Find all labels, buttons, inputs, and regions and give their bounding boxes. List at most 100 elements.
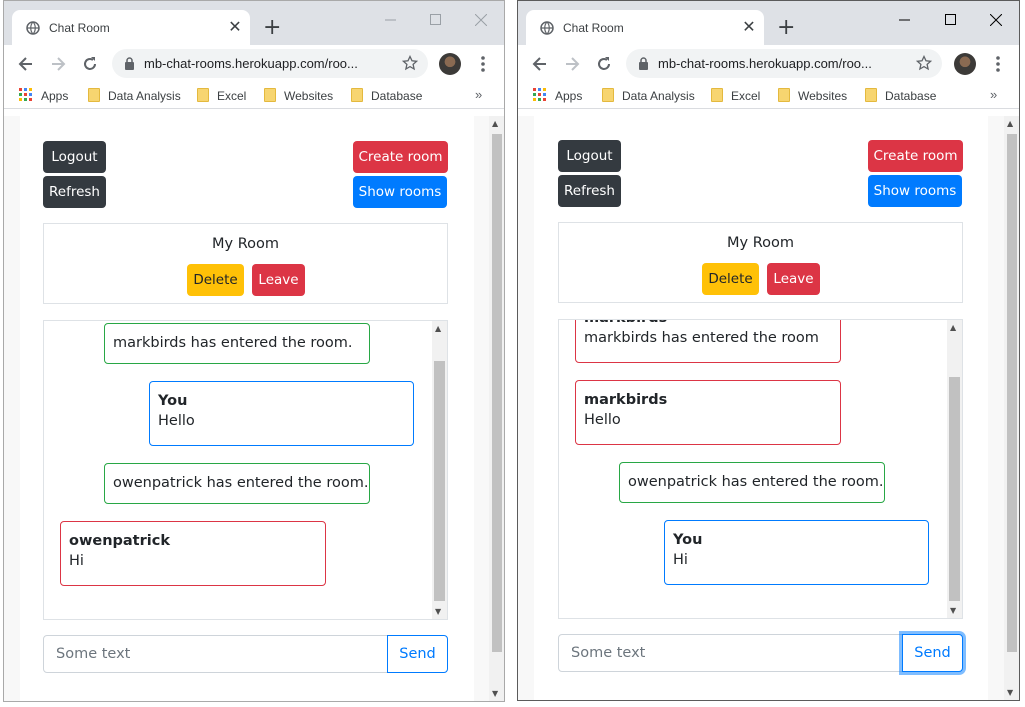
- scroll-up-icon: ▲: [950, 323, 957, 332]
- chat-scrollbar[interactable]: ▲ ▼: [947, 320, 962, 618]
- back-arrow-icon[interactable]: [530, 54, 550, 74]
- tab-title: Chat Room: [49, 21, 110, 35]
- refresh-button[interactable]: Refresh: [558, 175, 621, 207]
- room-panel: My Room Delete Leave: [558, 222, 963, 303]
- scroll-down-icon: ▼: [435, 607, 442, 616]
- minimize-icon[interactable]: [370, 7, 410, 33]
- other-message: markbirds markbirds has entered the room: [575, 320, 841, 363]
- bookmark-websites[interactable]: Websites: [778, 88, 847, 104]
- message-text: Hi: [69, 553, 84, 569]
- chat-scroll-thumb[interactable]: [949, 377, 960, 601]
- message-text: Hi: [673, 552, 688, 568]
- create-room-button[interactable]: Create room: [868, 140, 963, 172]
- more-bookmarks-icon[interactable]: »: [475, 87, 482, 102]
- close-tab-icon[interactable]: ✕: [226, 18, 244, 36]
- more-menu-icon[interactable]: [479, 54, 487, 74]
- page-scroll-thumb[interactable]: [492, 134, 502, 652]
- bookmarks-bar: Apps Data Analysis Excel Websites Databa…: [518, 83, 1019, 109]
- bookmark-websites[interactable]: Websites: [264, 88, 333, 104]
- delete-button[interactable]: Delete: [187, 264, 244, 296]
- maximize-icon[interactable]: [415, 7, 455, 33]
- title-bar: Chat Room ✕ +: [518, 1, 1019, 45]
- more-bookmarks-icon[interactable]: »: [990, 87, 997, 102]
- other-message: owenpatrick Hi: [60, 521, 326, 586]
- address-bar[interactable]: mb-chat-rooms.herokuapp.com/roo...: [626, 49, 942, 78]
- leave-button[interactable]: Leave: [252, 264, 305, 296]
- browser-tab[interactable]: Chat Room ✕: [12, 10, 250, 45]
- show-rooms-button[interactable]: Show rooms: [353, 176, 447, 208]
- system-message: markbirds has entered the room.: [104, 323, 370, 364]
- system-message: owenpatrick has entered the room.: [104, 463, 370, 504]
- forward-arrow-icon[interactable]: [562, 54, 582, 74]
- bookmark-excel[interactable]: Excel: [197, 88, 246, 104]
- bookmark-apps[interactable]: Apps: [19, 88, 68, 104]
- room-panel: My Room Delete Leave: [43, 223, 448, 304]
- chat-log[interactable]: markbirds has entered the room. You Hello…: [43, 320, 448, 620]
- forward-arrow-icon[interactable]: [48, 54, 68, 74]
- more-menu-icon[interactable]: [994, 54, 1002, 74]
- chat-scroll-thumb[interactable]: [434, 361, 445, 601]
- back-arrow-icon[interactable]: [16, 54, 36, 74]
- send-button[interactable]: Send: [902, 634, 963, 672]
- show-rooms-button[interactable]: Show rooms: [868, 175, 962, 207]
- bookmark-apps[interactable]: Apps: [533, 88, 582, 104]
- minimize-icon[interactable]: [884, 7, 924, 33]
- bookmark-database[interactable]: Database: [351, 88, 422, 104]
- close-window-icon[interactable]: [461, 7, 501, 33]
- bookmark-data-analysis[interactable]: Data Analysis: [88, 88, 181, 104]
- apps-grid-icon: [533, 88, 546, 101]
- message-input-row: Some text Send: [558, 634, 963, 672]
- system-message: owenpatrick has entered the room.: [619, 462, 885, 503]
- folder-icon: [865, 88, 877, 102]
- bookmark-database[interactable]: Database: [865, 88, 936, 104]
- page-container: Logout Refresh Create room Show rooms My…: [534, 116, 988, 700]
- lock-icon: [125, 57, 134, 70]
- logout-button[interactable]: Logout: [43, 141, 106, 173]
- page-scrollbar[interactable]: ▲ ▼: [489, 116, 504, 701]
- bookmark-data-analysis[interactable]: Data Analysis: [602, 88, 695, 104]
- chat-scrollbar[interactable]: ▲ ▼: [432, 321, 447, 619]
- chat-log[interactable]: markbirdsmarkbirds has entered the room …: [558, 319, 963, 619]
- page-scroll-thumb[interactable]: [1007, 134, 1017, 652]
- star-icon[interactable]: [402, 55, 418, 71]
- folder-icon: [351, 88, 363, 102]
- message-text: Hello: [158, 413, 195, 429]
- send-button[interactable]: Send: [387, 635, 448, 673]
- leave-button[interactable]: Leave: [767, 263, 820, 295]
- browser-tab[interactable]: Chat Room ✕: [526, 10, 764, 45]
- avatar[interactable]: [954, 53, 976, 75]
- lock-icon: [639, 57, 648, 70]
- new-tab-icon[interactable]: +: [263, 17, 281, 39]
- refresh-button[interactable]: Refresh: [43, 176, 106, 208]
- avatar[interactable]: [439, 53, 461, 75]
- reload-icon[interactable]: [80, 54, 100, 74]
- folder-icon: [88, 88, 100, 102]
- globe-icon: [26, 21, 40, 35]
- scroll-down-icon: ▼: [492, 689, 499, 698]
- page-scrollbar[interactable]: ▲ ▼: [1004, 116, 1019, 700]
- message-input[interactable]: Some text: [43, 635, 388, 673]
- create-room-button[interactable]: Create room: [353, 141, 448, 173]
- scroll-up-icon: ▲: [492, 119, 499, 128]
- close-window-icon[interactable]: [976, 7, 1016, 33]
- delete-button[interactable]: Delete: [702, 263, 759, 295]
- star-icon[interactable]: [916, 55, 932, 71]
- folder-icon: [711, 88, 723, 102]
- page-viewport: Logout Refresh Create room Show rooms My…: [518, 116, 1019, 700]
- message-input[interactable]: Some text: [558, 634, 903, 672]
- bookmark-excel[interactable]: Excel: [711, 88, 760, 104]
- globe-icon: [540, 21, 554, 35]
- scroll-up-icon: ▲: [1007, 119, 1014, 128]
- scroll-up-icon: ▲: [435, 324, 442, 333]
- close-tab-icon[interactable]: ✕: [740, 18, 758, 36]
- folder-icon: [197, 88, 209, 102]
- maximize-icon[interactable]: [930, 7, 970, 33]
- new-tab-icon[interactable]: +: [777, 17, 795, 39]
- logout-button[interactable]: Logout: [558, 140, 621, 172]
- folder-icon: [778, 88, 790, 102]
- page-container: Logout Refresh Create room Show rooms My…: [20, 116, 474, 701]
- browser-toolbar: mb-chat-rooms.herokuapp.com/roo...: [518, 45, 1019, 83]
- reload-icon[interactable]: [594, 54, 614, 74]
- browser-toolbar: mb-chat-rooms.herokuapp.com/roo...: [4, 45, 504, 83]
- address-bar[interactable]: mb-chat-rooms.herokuapp.com/roo...: [112, 49, 428, 78]
